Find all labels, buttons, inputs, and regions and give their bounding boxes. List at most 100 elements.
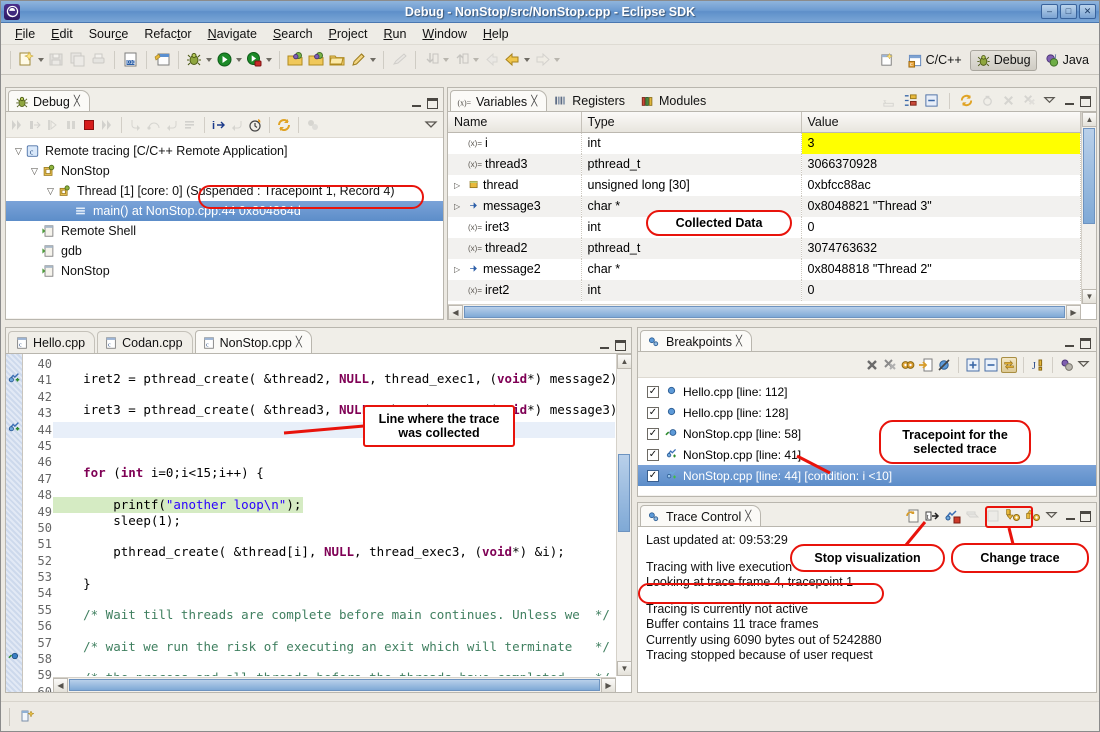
open-folder-button[interactable] xyxy=(327,49,348,71)
open-perspective-button[interactable] xyxy=(285,49,306,71)
tracepoint-icon[interactable] xyxy=(7,371,21,388)
link-with-debug-view-icon[interactable] xyxy=(1001,356,1017,373)
editor-scroll-up-arrow[interactable]: ▲ xyxy=(617,354,631,369)
build-button[interactable]: 010 xyxy=(120,49,141,71)
menu-navigate[interactable]: Navigate xyxy=(200,25,265,43)
tab-nonstop-cpp[interactable]: c NonStop.cpp ╳ xyxy=(194,330,312,354)
breakpoint-checkbox-3[interactable]: ✓ xyxy=(647,427,659,440)
expand-twisty-icon-2[interactable]: ▷ xyxy=(454,202,465,211)
breakpoint-checkbox-2[interactable]: ✓ xyxy=(647,406,659,419)
refresh-icon-variables[interactable] xyxy=(959,93,975,109)
chevron-down-icon-next[interactable] xyxy=(443,57,449,62)
javascript-breakpoint-icon[interactable]: J xyxy=(1030,357,1046,373)
refresh-icon[interactable] xyxy=(276,117,292,133)
var-value-cell-8[interactable]: 0 xyxy=(801,279,1081,301)
menu-refactor[interactable]: Refactor xyxy=(136,25,199,43)
perspective-cpp[interactable]: c C/C++ xyxy=(902,50,968,71)
debug-button[interactable] xyxy=(184,49,214,71)
view-menu-icon-variables[interactable] xyxy=(1043,93,1059,109)
perspective-java[interactable]: J Java xyxy=(1039,50,1095,71)
chevron-down-icon-fwd[interactable] xyxy=(554,57,560,62)
minimize-editor-icon[interactable] xyxy=(599,340,610,351)
tree-node-gdb[interactable]: gdb xyxy=(6,241,443,261)
var-value-cell-4[interactable]: 0x8048821 "Thread 3" xyxy=(801,195,1081,217)
minimize-view-icon-variables[interactable] xyxy=(1064,96,1075,107)
scroll-left-arrow[interactable]: ◀ xyxy=(448,305,463,319)
breakpoint-checkbox-4[interactable]: ✓ xyxy=(647,448,659,461)
editor-scroll-down-arrow[interactable]: ▼ xyxy=(617,661,631,676)
show-logical-structure-icon[interactable] xyxy=(903,93,919,109)
editor-hscroll-thumb[interactable] xyxy=(69,679,600,691)
var-value-cell-5[interactable]: 0 xyxy=(801,216,1081,238)
column-header-value[interactable]: Value xyxy=(801,112,1081,133)
editor-scroll-right-arrow[interactable]: ▶ xyxy=(601,678,616,692)
scroll-down-arrow[interactable]: ▼ xyxy=(1082,289,1096,304)
menu-source[interactable]: Source xyxy=(81,25,137,43)
open-element-button[interactable] xyxy=(152,49,173,71)
maximize-view-icon-breakpoints[interactable] xyxy=(1080,338,1091,349)
table-row[interactable]: ▷ thread unsigned long [30] 0xbfcc88ac xyxy=(448,174,1081,196)
pencil-button[interactable] xyxy=(348,49,378,71)
breakpoint-icon[interactable] xyxy=(8,650,20,665)
maximize-view-icon-variables[interactable] xyxy=(1080,95,1091,107)
breakpoint-checkbox-5[interactable]: ✓ xyxy=(647,469,659,482)
goto-file-icon[interactable] xyxy=(918,357,934,373)
collapse-all-icon-bp[interactable] xyxy=(983,357,999,373)
code-editor[interactable]: 40 41 42 43 44 45 46 47 48 49 50 51 52 5… xyxy=(6,354,631,692)
table-row[interactable]: ▷ message2 char * 0x8048818 "Thread 2" xyxy=(448,258,1081,280)
var-value-cell-3[interactable]: 0xbfcc88ac xyxy=(801,174,1081,196)
tree-node-remote-tracing[interactable]: ▽ c Remote tracing [C/C++ Remote Applica… xyxy=(6,141,443,161)
expand-twisty-icon[interactable]: ▽ xyxy=(12,146,25,157)
chevron-down-icon-ext[interactable] xyxy=(266,57,272,62)
editor-horizontal-scrollbar[interactable]: ◀ ▶ xyxy=(53,677,616,692)
remove-all-breakpoints-icon[interactable] xyxy=(882,357,898,373)
close-icon[interactable]: ╳ xyxy=(74,96,80,107)
maximize-button[interactable]: □ xyxy=(1060,4,1077,19)
reverse-debug-icon[interactable] xyxy=(247,117,263,133)
close-button[interactable]: ✕ xyxy=(1079,4,1096,19)
tab-breakpoints[interactable]: Breakpoints ╳ xyxy=(640,330,753,352)
tab-debug[interactable]: Debug ╳ xyxy=(8,90,90,112)
scroll-right-arrow[interactable]: ▶ xyxy=(1066,305,1081,319)
tab-codan-cpp[interactable]: c Codan.cpp xyxy=(97,331,193,354)
refresh-trace-icon[interactable] xyxy=(905,508,921,524)
variables-horizontal-scrollbar[interactable]: ◀ ▶ xyxy=(448,304,1081,319)
tab-registers[interactable]: Registers xyxy=(547,90,634,112)
new-wizard-button[interactable] xyxy=(16,49,46,71)
back-button[interactable] xyxy=(502,49,532,71)
minimize-view-icon-trace[interactable] xyxy=(1065,511,1076,522)
var-value-cell-6[interactable]: 3074763632 xyxy=(801,237,1081,259)
column-header-name[interactable]: Name xyxy=(448,112,582,133)
var-value-cell[interactable]: 3 xyxy=(801,132,1081,154)
editor-scroll-left-arrow[interactable]: ◀ xyxy=(53,678,68,692)
list-item[interactable]: ✓ Hello.cpp [line: 128] xyxy=(638,402,1096,423)
minimize-button[interactable]: – xyxy=(1041,4,1058,19)
working-sets-icon[interactable] xyxy=(1059,357,1075,373)
list-item[interactable]: ✓ Hello.cpp [line: 112] xyxy=(638,381,1096,402)
maximize-view-icon[interactable] xyxy=(427,98,438,109)
code-text[interactable]: iret2 = pthread_create( &thread2, NULL, … xyxy=(53,354,615,676)
open-resource-button[interactable] xyxy=(306,49,327,71)
expand-all-icon[interactable] xyxy=(965,357,981,373)
chevron-down-icon-debug[interactable] xyxy=(206,57,212,62)
view-menu-icon-trace[interactable] xyxy=(1045,508,1061,524)
maximize-view-icon-trace[interactable] xyxy=(1080,510,1091,522)
perspective-debug[interactable]: Debug xyxy=(969,49,1037,71)
column-header-type[interactable]: Type xyxy=(581,112,802,133)
expand-twisty-icon-3[interactable]: ▷ xyxy=(454,265,465,274)
tree-node-nonstop-console[interactable]: NonStop xyxy=(6,261,443,281)
external-tools-button[interactable] xyxy=(244,49,274,71)
tab-modules[interactable]: Modules xyxy=(634,90,715,112)
close-icon-variables[interactable]: ╳ xyxy=(531,96,537,107)
chevron-down-icon-back[interactable] xyxy=(524,57,530,62)
chevron-down-icon-run[interactable] xyxy=(236,57,242,62)
table-row[interactable]: (x)= i int 3 xyxy=(448,132,1081,154)
remove-breakpoint-icon[interactable] xyxy=(864,357,880,373)
editor-vertical-scrollbar[interactable]: ▲ ▼ xyxy=(616,354,631,676)
menu-run[interactable]: Run xyxy=(375,25,414,43)
close-icon-trace[interactable]: ╳ xyxy=(745,511,751,522)
collapse-all-icon[interactable] xyxy=(924,93,940,109)
chevron-down-icon[interactable] xyxy=(38,57,44,62)
table-row[interactable]: (x)= thread3 pthread_t 3066370928 xyxy=(448,153,1081,175)
editor-marker-gutter[interactable] xyxy=(6,354,23,692)
